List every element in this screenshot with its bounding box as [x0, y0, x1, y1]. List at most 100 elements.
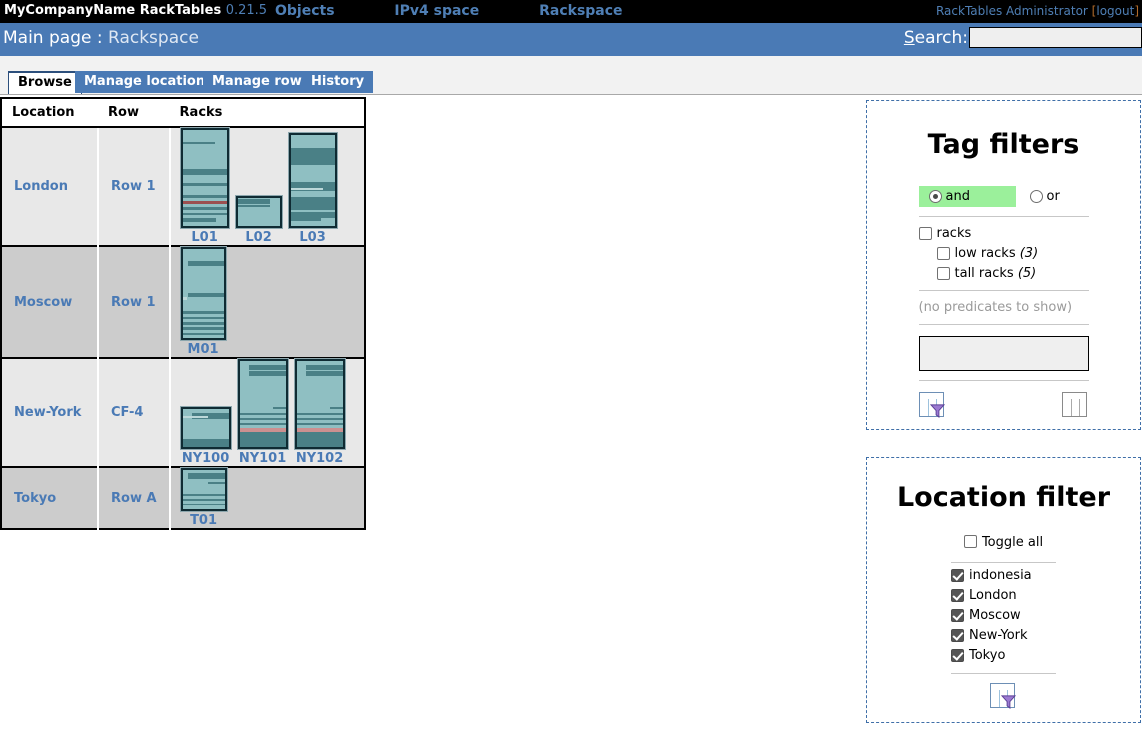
- location-filter-item[interactable]: Tokyo: [951, 648, 1056, 663]
- location-link[interactable]: New-York: [2, 405, 97, 420]
- rack-thumbnail-item[interactable]: NY101: [236, 358, 289, 466]
- location-filter-label: London: [969, 588, 1017, 603]
- location-filter-item[interactable]: indonesia: [951, 568, 1056, 583]
- logout-link[interactable]: logout: [1096, 4, 1134, 18]
- rack-unit-band: [237, 202, 271, 204]
- rack-unit-band: [296, 417, 343, 421]
- search-input[interactable]: [969, 27, 1142, 48]
- tag-filter-label: tall racks (5): [954, 266, 1037, 281]
- rack-unit-band: [290, 217, 322, 222]
- checkbox-icon[interactable]: [951, 569, 964, 582]
- divider: [918, 216, 1089, 217]
- checkbox-toggle-all-icon[interactable]: [963, 535, 977, 548]
- checkbox-icon[interactable]: [951, 589, 964, 602]
- rack-unit-band: [305, 371, 343, 376]
- rack-name-link[interactable]: T01: [190, 513, 217, 528]
- rack-thumbnail[interactable]: [234, 195, 283, 229]
- rack-name-link[interactable]: L02: [245, 230, 271, 245]
- main-menu: Objects IPv4 space Rackspace: [275, 3, 678, 19]
- rack-unit-band: [182, 182, 227, 186]
- filter-expression-textarea[interactable]: [918, 336, 1089, 371]
- top-navigation-bar: MyCompanyName RackTables 0.21.5 Objects …: [0, 0, 1142, 23]
- cell-row: Row 1: [98, 245, 171, 358]
- checkbox-icon[interactable]: [936, 247, 950, 260]
- rack-unit-band: [296, 428, 343, 432]
- menu-item-rackspace[interactable]: Rackspace: [539, 3, 622, 19]
- current-user-name: RackTables Administrator: [935, 4, 1088, 18]
- location-filter-item[interactable]: Moscow: [951, 608, 1056, 623]
- row-link[interactable]: Row 1: [99, 295, 169, 310]
- rack-thumbnail[interactable]: [179, 127, 230, 229]
- rack-thumbnail-item[interactable]: L01: [179, 127, 230, 245]
- row-link[interactable]: CF-4: [99, 405, 169, 420]
- rack-name-link[interactable]: NY102: [296, 451, 343, 466]
- toggle-all-row[interactable]: Toggle all: [919, 535, 1089, 550]
- tag-filter-item[interactable]: low racks (3): [936, 246, 1089, 261]
- location-filter-label: Tokyo: [969, 648, 1006, 663]
- divider: [951, 562, 1056, 563]
- tag-filters-panel: Tag filters and or racks low racks (3) tal…: [866, 100, 1141, 430]
- rack-thumbnail-item[interactable]: L03: [287, 132, 338, 245]
- location-link[interactable]: Moscow: [2, 295, 97, 310]
- tag-filter-item[interactable]: tall racks (5): [936, 266, 1089, 281]
- checkbox-icon[interactable]: [918, 227, 932, 240]
- tag-filter-item[interactable]: racks: [918, 226, 1089, 241]
- tag-filter-and-option[interactable]: and: [918, 186, 1016, 207]
- checkbox-icon[interactable]: [951, 629, 964, 642]
- rack-unit-band: [182, 494, 225, 497]
- rack-thumbnail[interactable]: [179, 246, 227, 341]
- rack-unit-band: [237, 199, 271, 202]
- rack-unit-band: [182, 503, 225, 506]
- tag-checkbox-list: racks low racks (3) tall racks (5): [918, 226, 1089, 281]
- tab-strip: Browse Manage locations Manage rows Hist…: [0, 56, 1142, 95]
- rack-unit-band: [239, 417, 286, 421]
- breadcrumb: Main page : Rackspace: [3, 28, 199, 48]
- location-filter-item[interactable]: New-York: [951, 628, 1056, 643]
- rack-unit-band: [182, 212, 227, 216]
- rack-thumbnail[interactable]: [179, 467, 228, 512]
- checkbox-icon[interactable]: [951, 609, 964, 622]
- location-filter-item[interactable]: London: [951, 588, 1056, 603]
- rack-unit-band: [182, 498, 225, 501]
- rack-name-link[interactable]: L01: [191, 230, 217, 245]
- tab-browse[interactable]: Browse: [8, 71, 82, 94]
- breadcrumb-root[interactable]: Main page: [3, 28, 91, 48]
- menu-item-objects[interactable]: Objects: [275, 3, 335, 19]
- location-link[interactable]: London: [2, 179, 97, 194]
- rack-unit-band: [305, 365, 343, 370]
- rack-thumbnail[interactable]: [287, 132, 338, 229]
- tab-history[interactable]: History: [302, 71, 374, 93]
- tag-filter-and-label: and: [945, 189, 970, 204]
- rack-thumbnail-list: NY100 NY101 NY102: [171, 358, 364, 466]
- radio-or-icon[interactable]: [1029, 190, 1043, 203]
- funnel-glyph: [929, 404, 945, 418]
- location-link[interactable]: Tokyo: [2, 491, 97, 506]
- rack-name-link[interactable]: NY101: [239, 451, 286, 466]
- checkbox-icon[interactable]: [951, 649, 964, 662]
- row-link[interactable]: Row A: [99, 491, 169, 506]
- filter-table-icon[interactable]: [990, 683, 1017, 710]
- rack-thumbnail-item[interactable]: NY102: [293, 358, 346, 466]
- checkbox-icon[interactable]: [936, 267, 950, 280]
- row-link[interactable]: Row 1: [99, 179, 169, 194]
- table-grid-glyph: [1063, 399, 1086, 416]
- rack-name-link[interactable]: M01: [188, 342, 219, 357]
- rack-unit-band: [296, 432, 343, 447]
- rack-thumbnail-item[interactable]: L02: [234, 195, 283, 245]
- filter-table-icon[interactable]: [918, 392, 946, 419]
- rack-thumbnail[interactable]: [236, 358, 289, 450]
- rack-name-link[interactable]: L03: [299, 230, 325, 245]
- tag-filter-or-option[interactable]: or: [1016, 189, 1060, 204]
- tab-manage-locations[interactable]: Manage locations: [75, 71, 222, 93]
- tag-filter-label: low racks (3): [954, 246, 1039, 261]
- radio-and-icon[interactable]: [928, 190, 942, 203]
- rack-thumbnail-item[interactable]: M01: [179, 246, 227, 357]
- rack-thumbnail-item[interactable]: T01: [179, 467, 228, 528]
- rack-thumbnail[interactable]: [293, 358, 346, 450]
- rack-thumbnail-item[interactable]: NY100: [179, 406, 232, 466]
- brand-name: MyCompanyName RackTables: [4, 3, 222, 18]
- rack-thumbnail[interactable]: [179, 406, 232, 450]
- rack-name-link[interactable]: NY100: [182, 451, 229, 466]
- table-icon[interactable]: [1061, 392, 1089, 419]
- menu-item-ipv4-space[interactable]: IPv4 space: [394, 3, 479, 19]
